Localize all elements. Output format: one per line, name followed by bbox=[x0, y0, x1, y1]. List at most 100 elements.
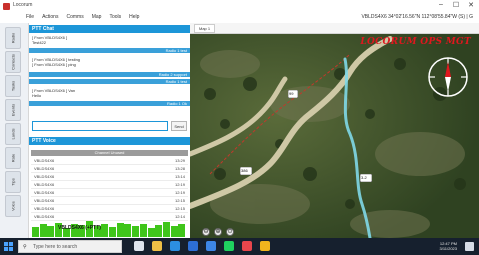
meter-bar bbox=[132, 226, 140, 237]
side-tab-label: Radio bbox=[10, 32, 16, 44]
side-tab-events[interactable]: Events bbox=[5, 99, 21, 121]
side-tab-label: Rate bbox=[10, 153, 16, 163]
chat-status-bar: Radio 2 support bbox=[29, 72, 190, 77]
meter-bar bbox=[109, 227, 116, 237]
waypoint-label: 3-2 bbox=[361, 175, 367, 180]
locate-button[interactable]: ⊙ bbox=[226, 228, 234, 236]
notification-icon[interactable] bbox=[465, 242, 474, 251]
side-tab-label: Contacts bbox=[10, 54, 16, 70]
meter-bar bbox=[162, 221, 170, 237]
chat-status-bar: Radio 1 test bbox=[29, 79, 190, 84]
coordinates-readout: VBLDS4X6 34°02'16.56"N 112°08'55.84"W (S… bbox=[361, 14, 473, 20]
spotify-icon[interactable] bbox=[224, 241, 234, 251]
road-label: 99 bbox=[289, 91, 294, 96]
chat-line: Hello bbox=[32, 93, 42, 98]
explorer-icon[interactable] bbox=[152, 241, 162, 251]
side-tab-rate[interactable]: Rate bbox=[5, 147, 21, 169]
chat-input[interactable] bbox=[32, 121, 168, 131]
send-button[interactable]: Send bbox=[171, 121, 187, 131]
call-time: 12:15 bbox=[174, 206, 185, 211]
meter-bar bbox=[47, 226, 55, 237]
meter-bar bbox=[170, 226, 178, 237]
waypoint-marker[interactable]: 3-2 bbox=[360, 174, 372, 182]
app-logo-icon bbox=[3, 3, 10, 10]
meter-bar bbox=[32, 227, 39, 237]
map-tab-strip: Map 1 bbox=[190, 23, 479, 34]
window-controls: – ☐ ✕ bbox=[437, 1, 475, 9]
meter-bar bbox=[101, 224, 109, 237]
store-icon[interactable] bbox=[188, 241, 198, 251]
meter-bar bbox=[116, 222, 124, 237]
chat-status-bar: Radio 1 test bbox=[29, 48, 190, 53]
tray-date: 3/11/2023 bbox=[439, 246, 458, 251]
call-time: 12:19 bbox=[174, 190, 185, 195]
meter-bar bbox=[178, 224, 186, 237]
menu-file[interactable]: File bbox=[26, 14, 34, 20]
mail-icon[interactable] bbox=[206, 241, 216, 251]
side-tab-radio[interactable]: Radio bbox=[5, 27, 21, 49]
brand-title: LOCORUM OPS MGT bbox=[360, 37, 471, 47]
system-tray-clock[interactable]: 12:47 PM 3/11/2023 bbox=[440, 241, 458, 251]
channel-bar[interactable]: Channel Unused bbox=[31, 150, 188, 156]
tab-map-1[interactable]: Map 1 bbox=[194, 24, 216, 33]
close-button[interactable]: ✕ bbox=[467, 1, 475, 9]
meter-bar bbox=[147, 228, 155, 237]
list-item[interactable]: VBLDS4X6 13:29 bbox=[31, 157, 188, 165]
menu-comms[interactable]: Comms bbox=[66, 14, 83, 20]
minimize-button[interactable]: – bbox=[437, 1, 445, 9]
zoom-out-button[interactable]: ⊖ bbox=[202, 228, 210, 236]
task-view-icon[interactable] bbox=[134, 241, 144, 251]
caller-name: VBLDS4X6 bbox=[34, 198, 55, 203]
maximize-button[interactable]: ☐ bbox=[452, 1, 460, 9]
list-item[interactable]: VBLDS4X6 12:15 bbox=[31, 205, 188, 213]
road-marker[interactable]: 386 bbox=[240, 167, 252, 175]
side-tab-lands[interactable]: Lands bbox=[5, 123, 21, 145]
road-marker[interactable]: 99 bbox=[288, 90, 298, 98]
menu-bar: File Actions Comms Map Tools Help VBLDS4… bbox=[0, 13, 479, 23]
call-time: 13:28 bbox=[174, 166, 185, 171]
windows-start-icon[interactable] bbox=[4, 242, 13, 251]
edge-icon[interactable] bbox=[170, 241, 180, 251]
list-item[interactable]: VBLDS4X6 12:15 bbox=[31, 197, 188, 205]
compass-icon bbox=[428, 57, 468, 97]
compass[interactable] bbox=[427, 56, 469, 98]
caller-name: VBLDS4X6 bbox=[34, 190, 55, 195]
taskbar: ⚲ Type here to search 12:47 PM 3/11/2023 bbox=[0, 238, 479, 255]
call-time: 13:29 bbox=[174, 158, 185, 163]
map-view[interactable]: 99 386 3-2 LOCORUM OPS MGT ⊖ ⊕ ⊙ bbox=[190, 34, 479, 238]
window-title: Locorum bbox=[13, 2, 33, 8]
taskbar-search-box[interactable]: ⚲ Type here to search bbox=[18, 240, 122, 253]
zoom-in-button[interactable]: ⊕ bbox=[214, 228, 222, 236]
menu-actions[interactable]: Actions bbox=[42, 14, 58, 20]
side-tab-label: Tasks bbox=[10, 80, 16, 92]
meter-bar bbox=[39, 224, 47, 237]
search-icon: ⚲ bbox=[23, 244, 27, 250]
chrome-icon[interactable] bbox=[260, 241, 270, 251]
caller-name: VBLDS4X6 bbox=[34, 206, 55, 211]
caller-name: VBLDS4X6 bbox=[34, 166, 55, 171]
meter-bar bbox=[139, 223, 147, 237]
list-item[interactable]: VBLDS4X6 12:19 bbox=[31, 189, 188, 197]
app-icon[interactable] bbox=[242, 241, 252, 251]
call-time: 13:14 bbox=[174, 174, 185, 179]
side-tab-label: Tips bbox=[10, 178, 16, 186]
list-item[interactable]: VBLDS4X6 12:19 bbox=[31, 181, 188, 189]
menu-tools[interactable]: Tools bbox=[109, 14, 121, 20]
list-item[interactable]: VBLDS4X6 13:28 bbox=[31, 165, 188, 173]
side-tab-tips[interactable]: Tips bbox=[5, 171, 21, 193]
ptt-chat-header: PTT Chat bbox=[29, 25, 190, 33]
side-tab-tasks[interactable]: Tasks bbox=[5, 75, 21, 97]
comms-panel: PTT Chat [ From VBLDS4X6 ] Test422 Radio… bbox=[29, 23, 190, 238]
call-time: 12:19 bbox=[174, 182, 185, 187]
chat-message: [ From VBLDS4X6 ] Test422 bbox=[32, 35, 67, 45]
chat-message: [ From VBLDS4X6 ] Van Hello bbox=[32, 88, 75, 98]
side-tab-strip: Radio Contacts Tasks Events Lands Rate T… bbox=[0, 23, 29, 238]
side-tab-contacts[interactable]: Contacts bbox=[5, 51, 21, 73]
chat-status-bar: Radio 1 Ok bbox=[29, 101, 190, 106]
caller-name: VBLDS4X6 bbox=[34, 158, 55, 163]
menu-map[interactable]: Map bbox=[92, 14, 102, 20]
list-item[interactable]: VBLDS4X6 13:14 bbox=[31, 173, 188, 181]
side-tab-voice[interactable]: Voice bbox=[5, 195, 21, 217]
chat-message: [ From VBLDS4X6 ] testing [ From VBLDS4X… bbox=[32, 57, 80, 67]
menu-help[interactable]: Help bbox=[129, 14, 139, 20]
